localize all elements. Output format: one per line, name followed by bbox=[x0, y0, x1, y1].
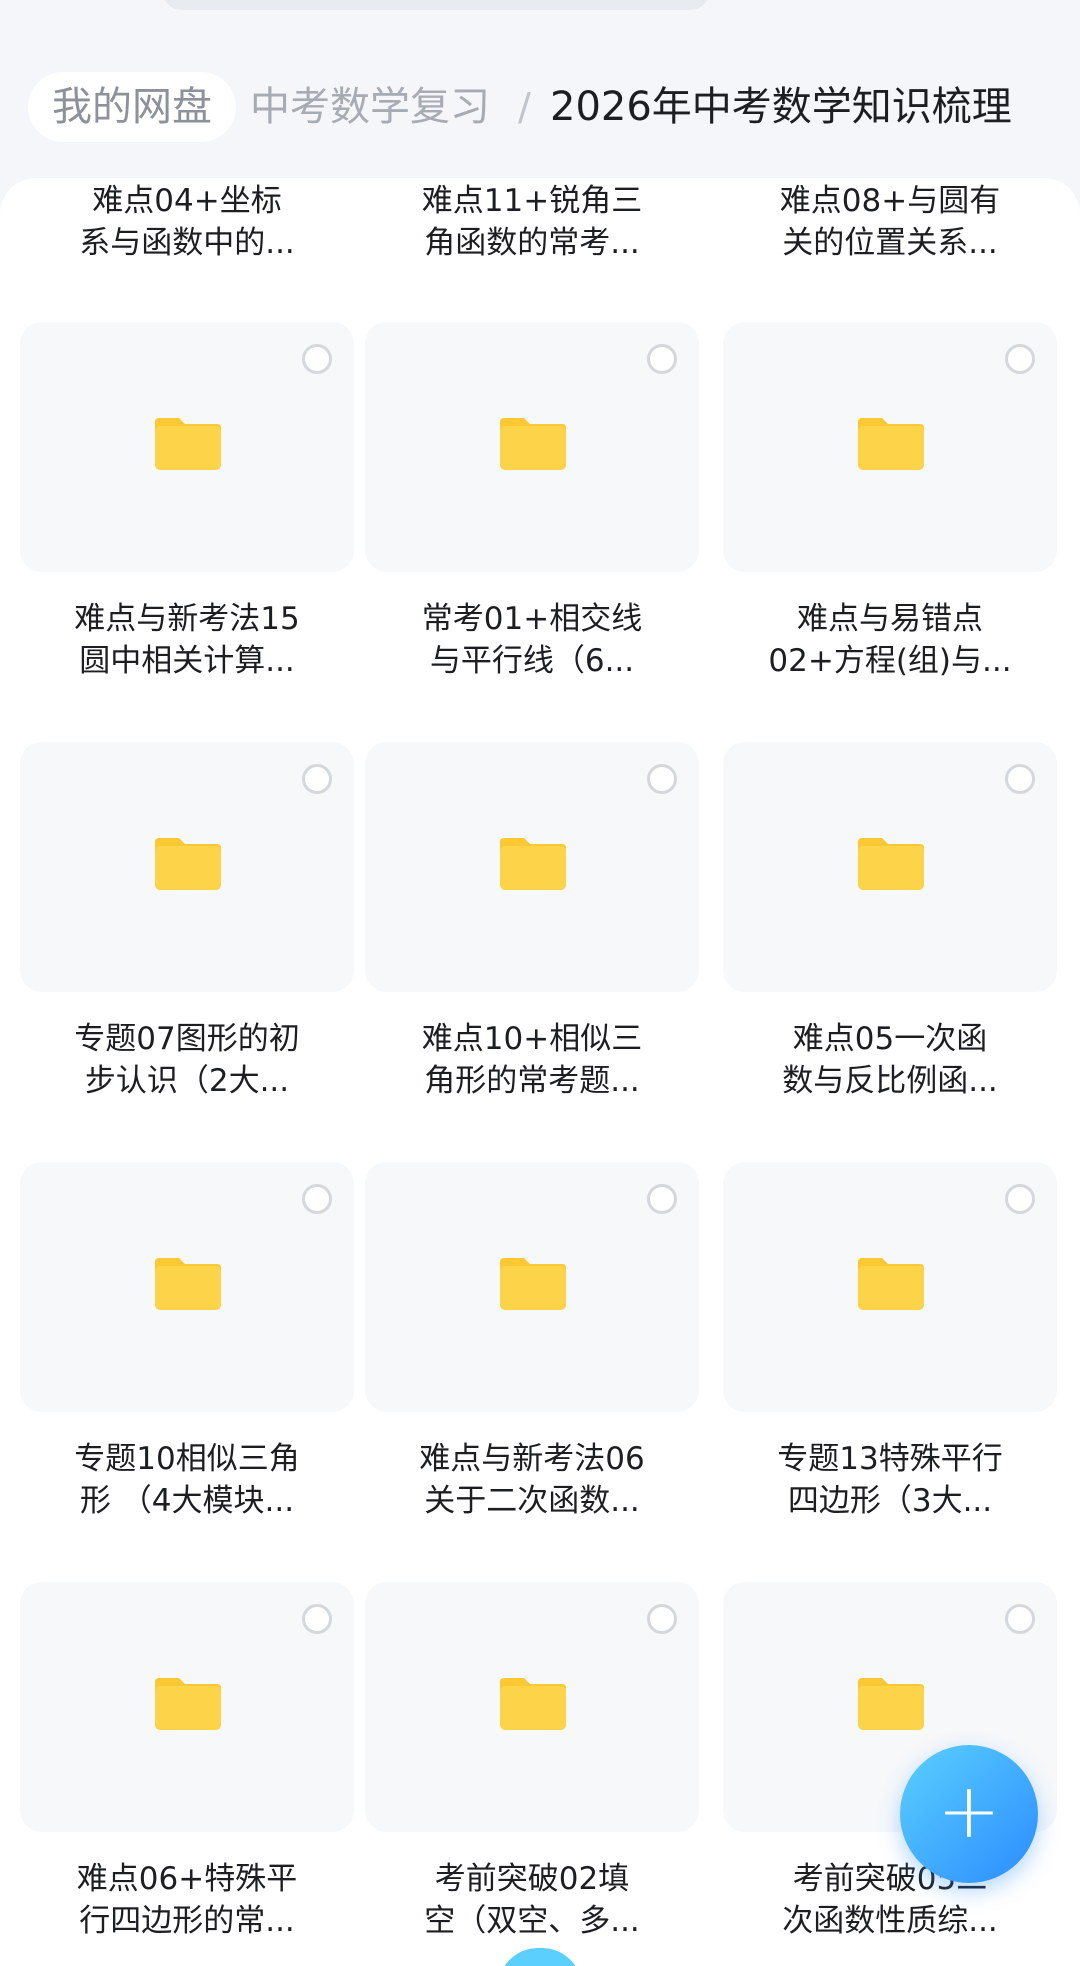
folder-thumbnail[interactable] bbox=[20, 322, 354, 572]
folder-name: 专题13特殊平行 四边形（3大... bbox=[777, 1441, 1003, 1519]
folder-item[interactable]: 难点05一次函 数与反比例函... bbox=[723, 742, 1057, 1162]
folder-item[interactable]: 难点04+坐标 系与函数中的... bbox=[20, 180, 354, 290]
folder-icon bbox=[858, 418, 924, 470]
folder-item[interactable]: 专题13特殊平行 四边形（3大... bbox=[723, 1162, 1057, 1582]
folder-thumbnail[interactable] bbox=[20, 1582, 354, 1832]
folder-thumbnail[interactable] bbox=[20, 1162, 354, 1412]
folder-name: 难点05一次函 数与反比例函... bbox=[782, 1021, 998, 1099]
folder-icon bbox=[155, 1678, 221, 1730]
select-circle-icon[interactable] bbox=[647, 1604, 677, 1634]
folder-icon bbox=[155, 1258, 221, 1310]
select-circle-icon[interactable] bbox=[302, 1604, 332, 1634]
search-bar-edge[interactable] bbox=[162, 0, 710, 10]
folder-name: 专题07图形的初 步认识（2大... bbox=[74, 1021, 300, 1099]
folder-name: 难点08+与圆有 关的位置关系... bbox=[779, 183, 1001, 261]
folder-name: 难点与易错点 02+方程(组)与... bbox=[768, 601, 1012, 679]
folder-icon bbox=[500, 418, 566, 470]
folder-thumbnail[interactable] bbox=[723, 1162, 1057, 1412]
select-circle-icon[interactable] bbox=[1005, 764, 1035, 794]
breadcrumb-separator: / bbox=[518, 85, 531, 129]
folder-icon bbox=[858, 1678, 924, 1730]
folder-item[interactable]: 难点与易错点 02+方程(组)与... bbox=[723, 322, 1057, 742]
folder-grid-panel: 难点04+坐标 系与函数中的... 难点11+锐角三 角函数的常考... 难点08+… bbox=[0, 178, 1080, 1966]
folder-name: 常考01+相交线 与平行线（6... bbox=[421, 601, 643, 679]
breadcrumb-home[interactable]: 我的网盘 bbox=[28, 72, 236, 142]
folder-item[interactable]: 考前突破02填 空（双空、多... bbox=[365, 1582, 699, 1966]
select-circle-icon[interactable] bbox=[1005, 1184, 1035, 1214]
folder-thumbnail[interactable] bbox=[20, 742, 354, 992]
folder-icon bbox=[500, 1258, 566, 1310]
select-circle-icon[interactable] bbox=[647, 344, 677, 374]
folder-icon bbox=[500, 1678, 566, 1730]
plus-icon: + bbox=[937, 1766, 1001, 1855]
folder-icon bbox=[858, 1258, 924, 1310]
folder-item[interactable]: 常考01+相交线 与平行线（6... bbox=[365, 322, 699, 742]
folder-thumbnail[interactable] bbox=[723, 322, 1057, 572]
select-circle-icon[interactable] bbox=[1005, 1604, 1035, 1634]
breadcrumb-parent-folder[interactable]: 中考数学复习 bbox=[250, 72, 490, 142]
select-circle-icon[interactable] bbox=[302, 764, 332, 794]
folder-thumbnail[interactable] bbox=[365, 1162, 699, 1412]
select-circle-icon[interactable] bbox=[302, 344, 332, 374]
folder-item[interactable]: 难点与新考法15 圆中相关计算... bbox=[20, 322, 354, 742]
folder-icon bbox=[155, 838, 221, 890]
folder-thumbnail[interactable] bbox=[365, 322, 699, 572]
select-circle-icon[interactable] bbox=[1005, 344, 1035, 374]
select-circle-icon[interactable] bbox=[647, 1184, 677, 1214]
folder-thumbnail[interactable] bbox=[365, 1582, 699, 1832]
folder-name: 难点04+坐标 系与函数中的... bbox=[79, 183, 295, 261]
folder-icon bbox=[155, 418, 221, 470]
folder-name: 难点10+相似三 角形的常考题... bbox=[421, 1021, 643, 1099]
breadcrumb-current-folder: 2026年中考数学知识梳理 bbox=[550, 84, 1012, 130]
folder-thumbnail[interactable] bbox=[723, 742, 1057, 992]
add-button[interactable]: + bbox=[900, 1745, 1038, 1883]
folder-name: 考前突破02填 空（双空、多... bbox=[424, 1861, 640, 1939]
folder-name: 难点11+锐角三 角函数的常考... bbox=[421, 183, 643, 261]
folder-name: 难点06+特殊平 行四边形的常... bbox=[76, 1861, 298, 1939]
folder-item[interactable]: 难点08+与圆有 关的位置关系... bbox=[723, 180, 1057, 290]
folder-thumbnail[interactable] bbox=[365, 742, 699, 992]
folder-item[interactable]: 难点06+特殊平 行四边形的常... bbox=[20, 1582, 354, 1966]
folder-item[interactable]: 专题10相似三角 形 （4大模块... bbox=[20, 1162, 354, 1582]
select-circle-icon[interactable] bbox=[647, 764, 677, 794]
folder-name: 专题10相似三角 形 （4大模块... bbox=[74, 1441, 300, 1519]
folder-icon bbox=[500, 838, 566, 890]
folder-item[interactable]: 难点与新考法06 关于二次函数... bbox=[365, 1162, 699, 1582]
folder-item[interactable]: 专题07图形的初 步认识（2大... bbox=[20, 742, 354, 1162]
folder-icon bbox=[858, 838, 924, 890]
folder-name: 难点与新考法15 圆中相关计算... bbox=[74, 601, 300, 679]
select-circle-icon[interactable] bbox=[302, 1184, 332, 1214]
breadcrumb: 中考数学复习 我的网盘 / 2026年中考数学知识梳理 bbox=[0, 52, 1080, 162]
folder-item[interactable]: 难点10+相似三 角形的常考题... bbox=[365, 742, 699, 1162]
folder-item[interactable]: 难点11+锐角三 角函数的常考... bbox=[365, 180, 699, 290]
file-browser-screen: 中考数学复习 我的网盘 / 2026年中考数学知识梳理 难点04+坐标 系与函数… bbox=[0, 0, 1080, 1966]
folder-name: 难点与新考法06 关于二次函数... bbox=[419, 1441, 645, 1519]
